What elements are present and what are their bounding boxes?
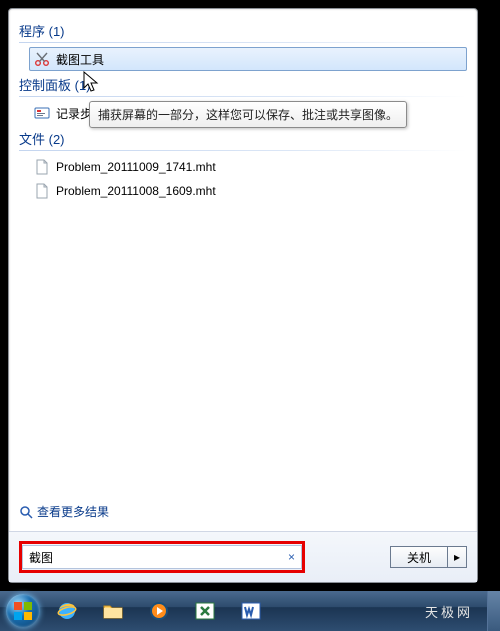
taskbar-right: 天极网 [425,591,500,631]
folder-icon [101,599,125,623]
taskbar-word[interactable] [229,595,273,627]
divider [19,150,467,151]
steps-recorder-icon [34,105,50,121]
taskbar-ie[interactable] [45,595,89,627]
section-files-header: 文件 (2) [19,129,467,148]
taskbar-explorer[interactable] [91,595,135,627]
shutdown-options-button[interactable]: ▸ [448,546,467,568]
clear-search-button[interactable]: × [288,550,295,564]
file-item-label: Problem_20111008_1609.mht [56,184,216,198]
media-player-icon [147,599,171,623]
search-input[interactable] [22,545,302,569]
taskbar-excel[interactable] [183,595,227,627]
program-item-label: 截图工具 [56,51,104,68]
scissors-icon [34,51,50,67]
start-button[interactable] [4,591,44,631]
file-icon [34,183,50,199]
excel-icon [193,599,217,623]
word-icon [239,599,263,623]
divider [19,42,467,43]
shutdown-button[interactable]: 关机 [390,546,448,568]
program-item-snipping-tool[interactable]: 截图工具 [29,47,467,71]
see-more-results[interactable]: 查看更多结果 [19,503,109,520]
bottom-bar: × 关机 ▸ [9,531,477,582]
start-search-panel: 程序 (1) 截图工具 控制面板 (1) 记录步骤以再现问题 文件 (2) [8,8,478,583]
ie-icon [55,599,79,623]
search-highlight-box: × [19,541,305,573]
taskbar-media-player[interactable] [137,595,181,627]
mouse-cursor-icon [83,71,103,100]
desktop-frame: 程序 (1) 截图工具 控制面板 (1) 记录步骤以再现问题 文件 (2) [0,0,500,631]
file-item[interactable]: Problem_20111008_1609.mht [29,179,467,203]
watermark-text: 天极网 [425,602,473,621]
see-more-label: 查看更多结果 [37,503,109,520]
tooltip: 捕获屏幕的一部分，这样您可以保存、批注或共享图像。 [89,101,407,128]
file-item[interactable]: Problem_20111009_1741.mht [29,155,467,179]
file-icon [34,159,50,175]
magnifier-icon [19,505,33,519]
show-desktop-button[interactable] [487,591,500,631]
shutdown-split-button: 关机 ▸ [390,546,467,568]
section-programs-header: 程序 (1) [19,21,467,40]
file-item-label: Problem_20111009_1741.mht [56,160,216,174]
taskbar: 天极网 [0,591,500,631]
start-orb-icon [6,594,40,628]
results-content: 程序 (1) 截图工具 控制面板 (1) 记录步骤以再现问题 文件 (2) [9,9,477,492]
